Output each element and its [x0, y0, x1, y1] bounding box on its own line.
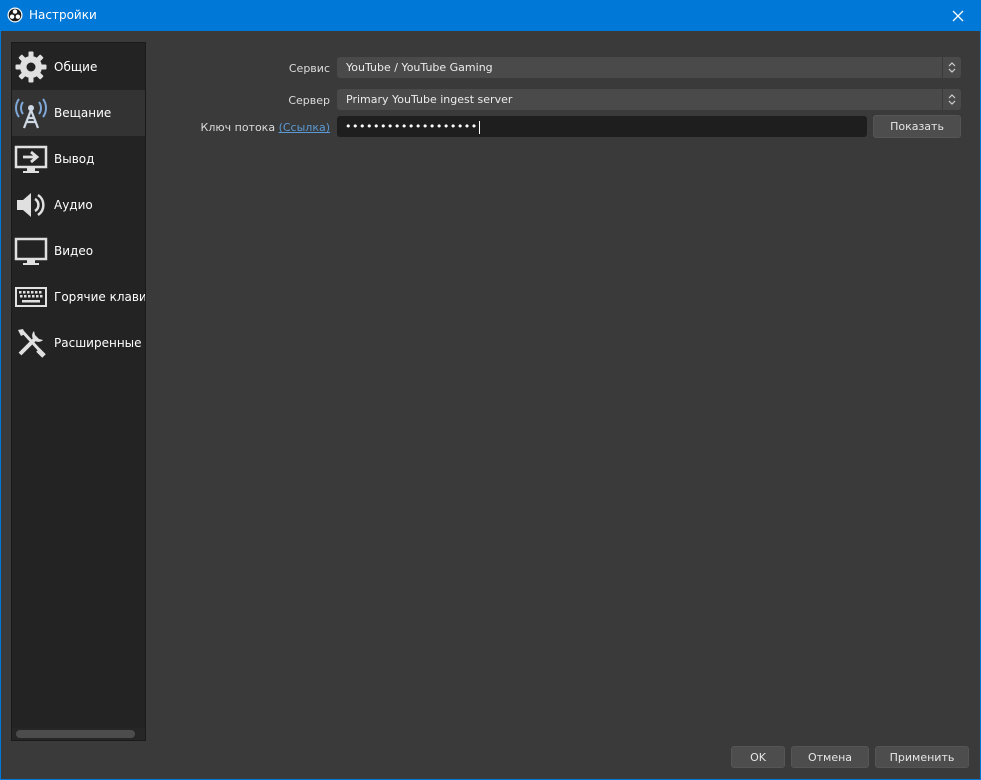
sidebar-item-audio[interactable]: Аудио [12, 182, 145, 228]
obs-logo-icon [7, 7, 23, 23]
close-button[interactable] [935, 0, 981, 31]
server-label: Сервер [288, 94, 330, 107]
sidebar-item-label: Расширенные [54, 336, 142, 350]
sidebar-horizontal-scrollbar[interactable] [12, 728, 145, 740]
updown-arrows-icon [942, 89, 961, 110]
sidebar-item-label: Вывод [54, 152, 95, 166]
sidebar-item-label: Видео [54, 244, 94, 258]
stream-key-label-row: Ключ потока (Ссылка) [201, 121, 330, 134]
sidebar-item-label: Общие [54, 60, 98, 74]
window-frame [0, 31, 981, 780]
sidebar-item-stream[interactable]: Вещание [12, 90, 145, 136]
settings-sidebar: Общие Вещание Вывод Аудио Видео Горячие … [11, 42, 146, 741]
sidebar-item-video[interactable]: Видео [12, 228, 145, 274]
output-monitor-icon [14, 145, 48, 173]
text-caret [478, 120, 480, 134]
speaker-icon [17, 193, 45, 217]
broadcast-antenna-icon [15, 98, 47, 129]
stream-key-link[interactable]: (Ссылка) [279, 121, 330, 134]
sidebar-item-label: Вещание [54, 106, 112, 120]
scrollbar-thumb[interactable] [16, 730, 135, 738]
keyboard-icon [15, 287, 47, 307]
server-value: Primary YouTube ingest server [346, 93, 513, 106]
sidebar-item-advanced[interactable]: Расширенные [12, 320, 145, 366]
title-bar: Настройки [0, 0, 981, 31]
window-title: Настройки [29, 8, 97, 22]
service-select[interactable]: YouTube / YouTube Gaming [337, 57, 961, 78]
stream-key-input[interactable]: ••••••••••••••••••• [337, 116, 867, 137]
stream-key-value: ••••••••••••••••••• [345, 120, 478, 133]
sidebar-item-label: Аудио [54, 198, 93, 212]
tools-icon [18, 329, 46, 358]
monitor-icon [14, 237, 48, 265]
service-value: YouTube / YouTube Gaming [346, 61, 493, 74]
cancel-button[interactable]: Отмена [791, 746, 869, 768]
server-select[interactable]: Primary YouTube ingest server [337, 89, 961, 110]
sidebar-item-hotkeys[interactable]: Горячие клавиши [12, 274, 146, 320]
apply-button[interactable]: Применить [875, 746, 969, 768]
close-icon [952, 10, 964, 21]
show-key-button[interactable]: Показать [873, 115, 961, 138]
sidebar-item-general[interactable]: Общие [12, 44, 145, 90]
sidebar-item-label: Горячие клавиши [54, 290, 146, 304]
sidebar-item-output[interactable]: Вывод [12, 136, 145, 182]
updown-arrows-icon [942, 57, 961, 78]
ok-button[interactable]: OK [731, 746, 785, 768]
service-label: Сервис [288, 62, 330, 75]
stream-key-label: Ключ потока [200, 121, 276, 134]
gear-icon [15, 51, 47, 83]
